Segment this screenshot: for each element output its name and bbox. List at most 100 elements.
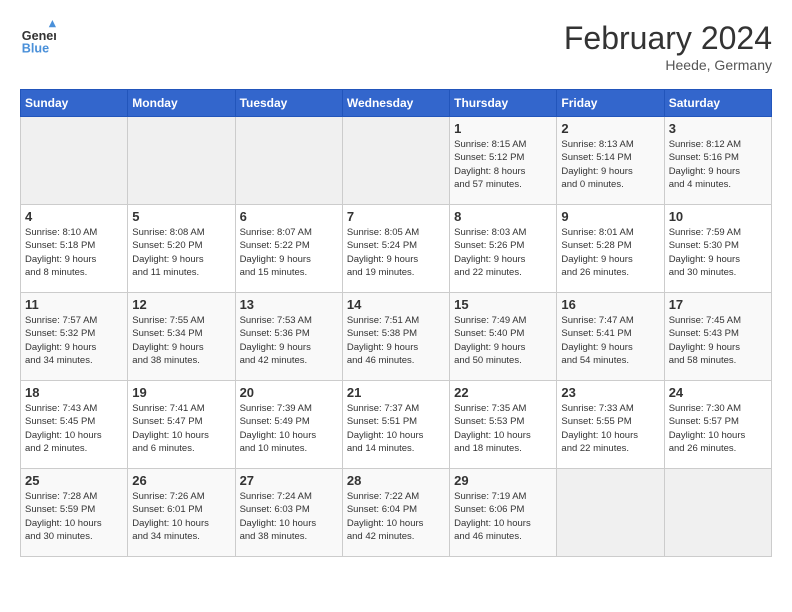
day-number: 13 bbox=[240, 297, 338, 312]
weekday-header-tuesday: Tuesday bbox=[235, 90, 342, 117]
day-number: 6 bbox=[240, 209, 338, 224]
day-info: Sunrise: 8:10 AM Sunset: 5:18 PM Dayligh… bbox=[25, 226, 123, 279]
page-header: General Blue February 2024 Heede, German… bbox=[20, 20, 772, 73]
day-info: Sunrise: 7:45 AM Sunset: 5:43 PM Dayligh… bbox=[669, 314, 767, 367]
day-number: 14 bbox=[347, 297, 445, 312]
day-number: 20 bbox=[240, 385, 338, 400]
title-block: February 2024 Heede, Germany bbox=[564, 20, 772, 73]
calendar-table: SundayMondayTuesdayWednesdayThursdayFrid… bbox=[20, 89, 772, 557]
calendar-cell: 13 Sunrise: 7:53 AM Sunset: 5:36 PM Dayli… bbox=[235, 293, 342, 381]
calendar-week-row: 4 Sunrise: 8:10 AM Sunset: 5:18 PM Daylig… bbox=[21, 205, 772, 293]
day-number: 10 bbox=[669, 209, 767, 224]
day-number: 4 bbox=[25, 209, 123, 224]
calendar-cell: 28Sunrise: 7:22 AM Sunset: 6:04 PM Dayli… bbox=[342, 469, 449, 557]
day-info: Sunrise: 7:55 AM Sunset: 5:34 PM Dayligh… bbox=[132, 314, 230, 367]
day-info: Sunrise: 8:07 AM Sunset: 5:22 PM Dayligh… bbox=[240, 226, 338, 279]
day-info: Sunrise: 7:35 AM Sunset: 5:53 PM Dayligh… bbox=[454, 402, 552, 455]
day-number: 15 bbox=[454, 297, 552, 312]
svg-text:Blue: Blue bbox=[22, 41, 49, 55]
day-number: 8 bbox=[454, 209, 552, 224]
calendar-week-row: 1Sunrise: 8:15 AM Sunset: 5:12 PM Daylig… bbox=[21, 117, 772, 205]
day-number: 7 bbox=[347, 209, 445, 224]
calendar-header-row: SundayMondayTuesdayWednesdayThursdayFrid… bbox=[21, 90, 772, 117]
day-number: 24 bbox=[669, 385, 767, 400]
calendar-cell: 8 Sunrise: 8:03 AM Sunset: 5:26 PM Daylig… bbox=[450, 205, 557, 293]
day-number: 11 bbox=[25, 297, 123, 312]
day-number: 27 bbox=[240, 473, 338, 488]
calendar-cell: 1Sunrise: 8:15 AM Sunset: 5:12 PM Daylig… bbox=[450, 117, 557, 205]
calendar-cell: 4 Sunrise: 8:10 AM Sunset: 5:18 PM Daylig… bbox=[21, 205, 128, 293]
day-info: Sunrise: 8:01 AM Sunset: 5:28 PM Dayligh… bbox=[561, 226, 659, 279]
calendar-week-row: 11 Sunrise: 7:57 AM Sunset: 5:32 PM Dayli… bbox=[21, 293, 772, 381]
day-info: Sunrise: 7:37 AM Sunset: 5:51 PM Dayligh… bbox=[347, 402, 445, 455]
day-info: Sunrise: 7:39 AM Sunset: 5:49 PM Dayligh… bbox=[240, 402, 338, 455]
calendar-cell: 24 Sunrise: 7:30 AM Sunset: 5:57 PM Dayli… bbox=[664, 381, 771, 469]
calendar-cell bbox=[128, 117, 235, 205]
day-info: Sunrise: 7:30 AM Sunset: 5:57 PM Dayligh… bbox=[669, 402, 767, 455]
calendar-cell: 2 Sunrise: 8:13 AM Sunset: 5:14 PM Daylig… bbox=[557, 117, 664, 205]
calendar-week-row: 25Sunrise: 7:28 AM Sunset: 5:59 PM Dayli… bbox=[21, 469, 772, 557]
calendar-cell bbox=[557, 469, 664, 557]
calendar-week-row: 18Sunrise: 7:43 AM Sunset: 5:45 PM Dayli… bbox=[21, 381, 772, 469]
calendar-cell: 16 Sunrise: 7:47 AM Sunset: 5:41 PM Dayli… bbox=[557, 293, 664, 381]
day-info: Sunrise: 7:59 AM Sunset: 5:30 PM Dayligh… bbox=[669, 226, 767, 279]
weekday-header-friday: Friday bbox=[557, 90, 664, 117]
calendar-cell: 18Sunrise: 7:43 AM Sunset: 5:45 PM Dayli… bbox=[21, 381, 128, 469]
logo-icon: General Blue bbox=[20, 20, 56, 56]
calendar-cell: 10 Sunrise: 7:59 AM Sunset: 5:30 PM Dayli… bbox=[664, 205, 771, 293]
weekday-header-wednesday: Wednesday bbox=[342, 90, 449, 117]
calendar-cell: 15 Sunrise: 7:49 AM Sunset: 5:40 PM Dayli… bbox=[450, 293, 557, 381]
weekday-header-sunday: Sunday bbox=[21, 90, 128, 117]
calendar-cell: 9 Sunrise: 8:01 AM Sunset: 5:28 PM Daylig… bbox=[557, 205, 664, 293]
day-number: 19 bbox=[132, 385, 230, 400]
calendar-cell: 19 Sunrise: 7:41 AM Sunset: 5:47 PM Dayli… bbox=[128, 381, 235, 469]
day-info: Sunrise: 8:12 AM Sunset: 5:16 PM Dayligh… bbox=[669, 138, 767, 191]
day-info: Sunrise: 7:51 AM Sunset: 5:38 PM Dayligh… bbox=[347, 314, 445, 367]
calendar-cell: 3Sunrise: 8:12 AM Sunset: 5:16 PM Daylig… bbox=[664, 117, 771, 205]
day-number: 28 bbox=[347, 473, 445, 488]
logo: General Blue bbox=[20, 20, 56, 56]
day-number: 9 bbox=[561, 209, 659, 224]
calendar-body: 1Sunrise: 8:15 AM Sunset: 5:12 PM Daylig… bbox=[21, 117, 772, 557]
day-number: 25 bbox=[25, 473, 123, 488]
day-number: 2 bbox=[561, 121, 659, 136]
calendar-cell bbox=[342, 117, 449, 205]
weekday-header-monday: Monday bbox=[128, 90, 235, 117]
day-info: Sunrise: 7:43 AM Sunset: 5:45 PM Dayligh… bbox=[25, 402, 123, 455]
location-subtitle: Heede, Germany bbox=[564, 57, 772, 73]
day-info: Sunrise: 8:13 AM Sunset: 5:14 PM Dayligh… bbox=[561, 138, 659, 191]
calendar-cell: 17Sunrise: 7:45 AM Sunset: 5:43 PM Dayli… bbox=[664, 293, 771, 381]
calendar-cell: 11 Sunrise: 7:57 AM Sunset: 5:32 PM Dayli… bbox=[21, 293, 128, 381]
calendar-cell: 23Sunrise: 7:33 AM Sunset: 5:55 PM Dayli… bbox=[557, 381, 664, 469]
day-number: 12 bbox=[132, 297, 230, 312]
calendar-cell: 29 Sunrise: 7:19 AM Sunset: 6:06 PM Dayli… bbox=[450, 469, 557, 557]
calendar-cell: 5Sunrise: 8:08 AM Sunset: 5:20 PM Daylig… bbox=[128, 205, 235, 293]
day-number: 29 bbox=[454, 473, 552, 488]
calendar-cell: 6 Sunrise: 8:07 AM Sunset: 5:22 PM Daylig… bbox=[235, 205, 342, 293]
day-number: 16 bbox=[561, 297, 659, 312]
day-info: Sunrise: 7:47 AM Sunset: 5:41 PM Dayligh… bbox=[561, 314, 659, 367]
day-info: Sunrise: 7:41 AM Sunset: 5:47 PM Dayligh… bbox=[132, 402, 230, 455]
calendar-cell: 12 Sunrise: 7:55 AM Sunset: 5:34 PM Dayli… bbox=[128, 293, 235, 381]
calendar-cell bbox=[664, 469, 771, 557]
day-info: Sunrise: 7:49 AM Sunset: 5:40 PM Dayligh… bbox=[454, 314, 552, 367]
weekday-header-saturday: Saturday bbox=[664, 90, 771, 117]
day-info: Sunrise: 8:03 AM Sunset: 5:26 PM Dayligh… bbox=[454, 226, 552, 279]
day-info: Sunrise: 7:19 AM Sunset: 6:06 PM Dayligh… bbox=[454, 490, 552, 543]
day-number: 5 bbox=[132, 209, 230, 224]
day-number: 21 bbox=[347, 385, 445, 400]
day-info: Sunrise: 7:53 AM Sunset: 5:36 PM Dayligh… bbox=[240, 314, 338, 367]
day-info: Sunrise: 7:26 AM Sunset: 6:01 PM Dayligh… bbox=[132, 490, 230, 543]
day-info: Sunrise: 8:05 AM Sunset: 5:24 PM Dayligh… bbox=[347, 226, 445, 279]
day-info: Sunrise: 8:15 AM Sunset: 5:12 PM Dayligh… bbox=[454, 138, 552, 191]
calendar-cell bbox=[235, 117, 342, 205]
day-info: Sunrise: 7:33 AM Sunset: 5:55 PM Dayligh… bbox=[561, 402, 659, 455]
day-info: Sunrise: 7:57 AM Sunset: 5:32 PM Dayligh… bbox=[25, 314, 123, 367]
day-number: 22 bbox=[454, 385, 552, 400]
calendar-cell: 25Sunrise: 7:28 AM Sunset: 5:59 PM Dayli… bbox=[21, 469, 128, 557]
calendar-cell: 7 Sunrise: 8:05 AM Sunset: 5:24 PM Daylig… bbox=[342, 205, 449, 293]
weekday-header-thursday: Thursday bbox=[450, 90, 557, 117]
day-info: Sunrise: 7:24 AM Sunset: 6:03 PM Dayligh… bbox=[240, 490, 338, 543]
calendar-cell: 21 Sunrise: 7:37 AM Sunset: 5:51 PM Dayli… bbox=[342, 381, 449, 469]
calendar-cell: 22 Sunrise: 7:35 AM Sunset: 5:53 PM Dayli… bbox=[450, 381, 557, 469]
